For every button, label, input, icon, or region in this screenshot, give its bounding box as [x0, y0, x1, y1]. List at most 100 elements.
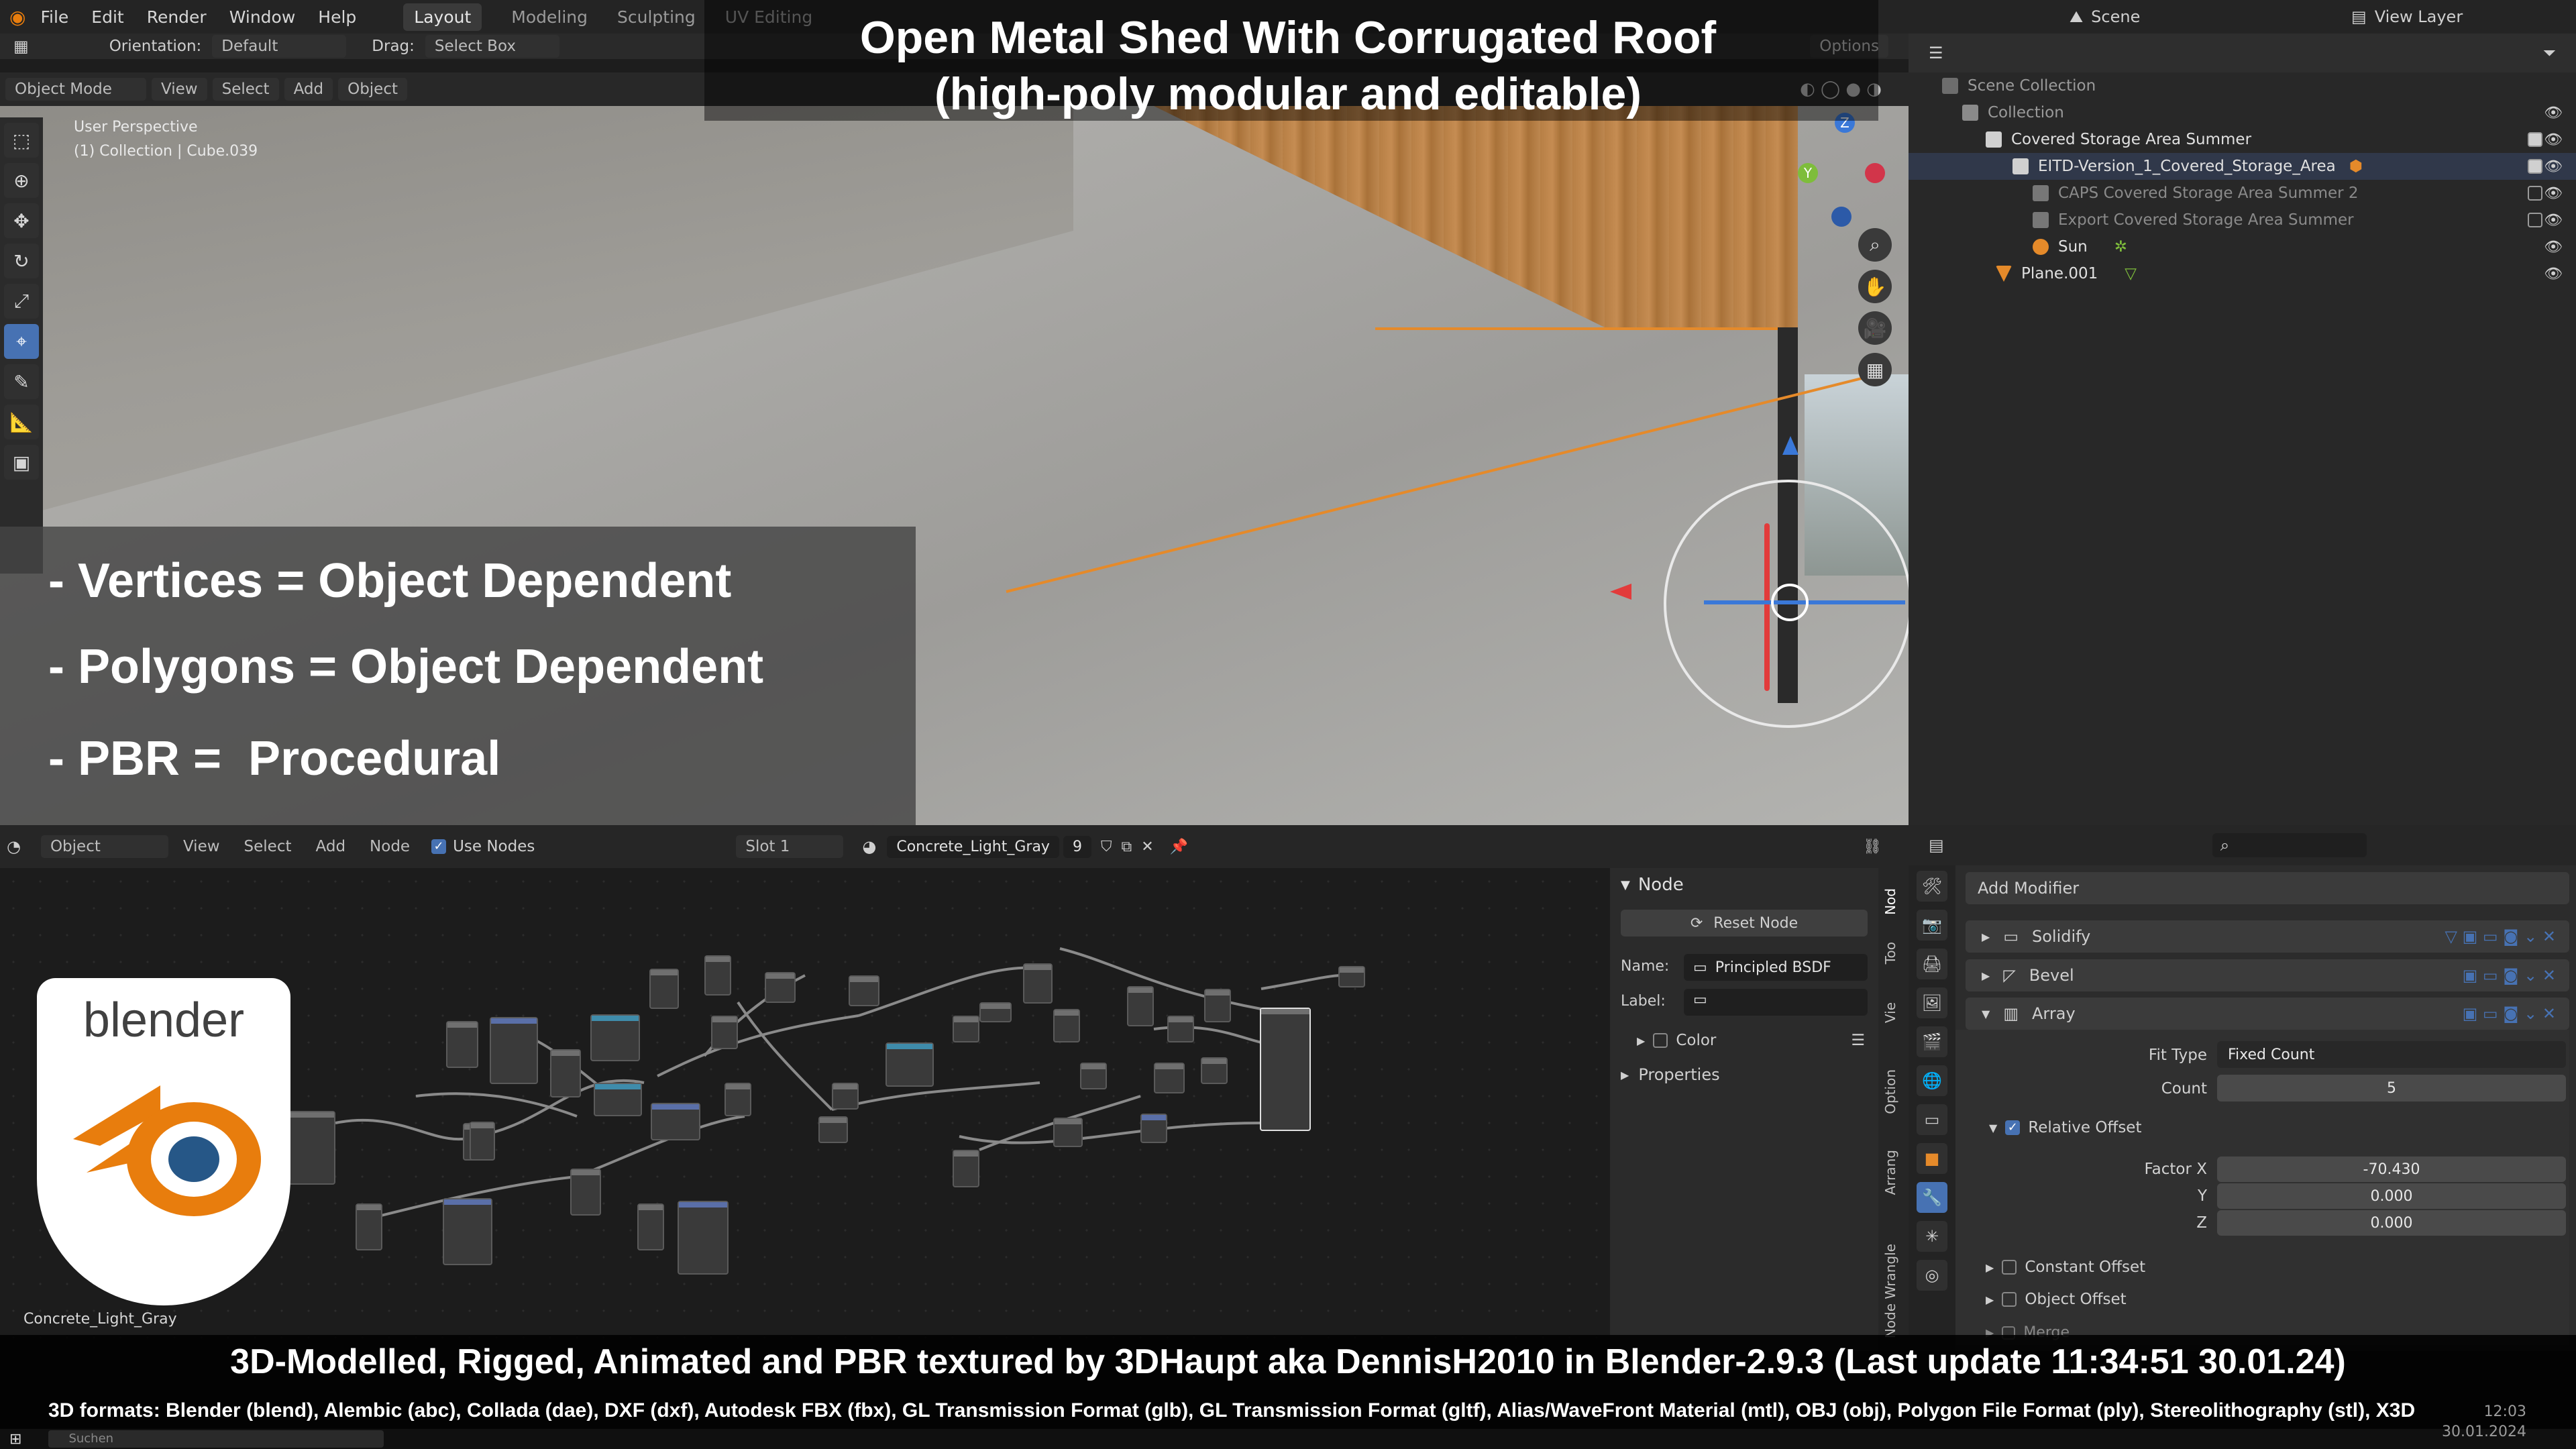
reset-node-button[interactable]: ⟳ Reset Node — [1621, 910, 1868, 936]
shader-node[interactable] — [470, 1122, 495, 1161]
shader-editor-icon[interactable]: ◔ — [7, 837, 21, 856]
outliner-row[interactable]: Sun ✲ 👁 — [1909, 233, 2576, 260]
outliner-row[interactable]: CAPS Covered Storage Area Summer 2 👁 — [1909, 180, 2576, 207]
modifier-solidify[interactable]: ▶ ▭ Solidify ▽ ▣ ▭ ◙ ⌄ ✕ — [1966, 920, 2569, 953]
eye-icon[interactable]: 👁 — [2544, 212, 2563, 229]
annotate-tool-icon[interactable]: ✎ — [4, 364, 39, 399]
modifier-visibility-icons[interactable]: ▽ ▣ ▭ ◙ ⌄ ✕ — [2445, 927, 2556, 946]
eye-icon[interactable]: 👁 — [2544, 105, 2563, 121]
object-tab-icon[interactable]: ■ — [1917, 1143, 1947, 1174]
exclude-checkbox[interactable] — [2528, 132, 2542, 147]
ne-add-menu[interactable]: Add — [307, 835, 356, 858]
duplicate-icon[interactable]: ⧉ — [1121, 839, 1132, 855]
axis-neg-z-icon[interactable] — [1831, 207, 1851, 227]
render-tab-icon[interactable]: 📷 — [1917, 910, 1947, 941]
outliner-editor-icon[interactable]: ☰ — [1929, 44, 1943, 62]
use-nodes-checkbox[interactable]: ✓ — [431, 839, 447, 854]
shader-node[interactable] — [651, 1103, 700, 1140]
tool-tab-icon[interactable]: 🛠 — [1917, 871, 1947, 902]
zoom-icon[interactable]: ⌕ — [1858, 228, 1892, 262]
shader-node[interactable] — [724, 1083, 751, 1116]
scene-selector[interactable]: ⛰ Scene — [2070, 0, 2140, 34]
select-tool-icon[interactable]: ⬚ — [4, 123, 39, 158]
modifier-visibility-icons[interactable]: ▣ ▭ ◙ ⌄ ✕ — [2463, 966, 2556, 985]
windows-start-icon[interactable]: ⊞ — [9, 1431, 21, 1448]
eye-icon[interactable]: 👁 — [2544, 158, 2563, 175]
color-checkbox[interactable] — [1653, 1033, 1668, 1048]
shader-node[interactable] — [594, 1083, 642, 1116]
grid-icon[interactable]: ▦ — [1858, 353, 1892, 386]
particles-tab-icon[interactable]: ✳ — [1917, 1221, 1947, 1252]
shader-node[interactable] — [1140, 1114, 1167, 1143]
measure-tool-icon[interactable]: 📐 — [4, 405, 39, 439]
add-cube-tool-icon[interactable]: ▣ — [4, 445, 39, 480]
properties-search-field[interactable]: ⌕ — [2212, 833, 2367, 857]
shader-node[interactable] — [953, 1150, 979, 1187]
scale-tool-icon[interactable]: ⤢ — [4, 284, 39, 319]
ne-select-menu[interactable]: Select — [235, 835, 301, 858]
outliner-row[interactable]: Plane.001 ▽ 👁 — [1909, 260, 2576, 287]
node-name-field[interactable]: ▭ Principled BSDF — [1684, 954, 1868, 981]
modifier-tab-icon[interactable]: 🔧 — [1917, 1182, 1947, 1213]
shader-node[interactable] — [765, 972, 796, 1003]
pin-icon[interactable]: 📌 — [1170, 839, 1188, 855]
slot-dropdown[interactable]: Slot 1 — [736, 835, 844, 858]
shader-node[interactable] — [711, 1016, 738, 1049]
shader-node[interactable] — [849, 975, 879, 1006]
count-field[interactable]: 5 — [2217, 1075, 2566, 1102]
shader-node[interactable] — [1023, 963, 1053, 1004]
exclude-checkbox[interactable] — [2528, 159, 2542, 174]
modifier-array[interactable]: ▼ ▥ Array ▣ ▭ ◙ ⌄ ✕ — [1966, 998, 2569, 1030]
color-subpanel[interactable]: ▶ Color ☰ — [1637, 1032, 1865, 1049]
ne-node-menu[interactable]: Node — [360, 835, 419, 858]
fit-type-dropdown[interactable]: Fixed Count — [2217, 1041, 2566, 1068]
eye-icon[interactable]: 👁 — [2544, 185, 2563, 202]
outliner-row[interactable]: Collection 👁 — [1909, 99, 2576, 126]
object-offset-checkbox[interactable] — [2002, 1292, 2017, 1307]
tab-tool[interactable]: Too — [1882, 942, 1905, 964]
tab-node-wrangler[interactable]: Node Wrangle — [1882, 1244, 1905, 1338]
collection-tab-icon[interactable]: ▭ — [1917, 1104, 1947, 1135]
view-layer-selector[interactable]: ▤ View Layer — [2351, 0, 2463, 34]
physics-tab-icon[interactable]: ◎ — [1917, 1260, 1947, 1291]
outliner-row[interactable]: Scene Collection — [1909, 72, 2576, 99]
transform-gizmo-red-axis[interactable] — [1764, 523, 1770, 691]
node-label-field[interactable]: ▭ — [1684, 989, 1868, 1016]
exclude-checkbox[interactable] — [2528, 213, 2542, 227]
material-name-field[interactable]: Concrete_Light_Gray — [887, 835, 1059, 858]
eye-icon[interactable]: 👁 — [2544, 266, 2563, 282]
shader-node[interactable] — [704, 955, 731, 996]
tab-arrange[interactable]: Arrang — [1882, 1150, 1905, 1195]
shader-node[interactable] — [288, 1111, 335, 1185]
shader-node[interactable] — [637, 1203, 664, 1250]
properties-subpanel[interactable]: ▶ Properties — [1621, 1065, 1720, 1084]
shader-node[interactable] — [356, 1203, 382, 1250]
shader-node[interactable] — [1053, 1118, 1083, 1147]
shader-node[interactable] — [590, 1014, 640, 1061]
shader-node[interactable] — [570, 1169, 601, 1216]
navigation-gizmo[interactable]: Z Y — [1798, 113, 1885, 233]
node-panel-header[interactable]: ▼ Node — [1621, 875, 1684, 895]
filter-icon[interactable]: ⏷ — [2543, 44, 2556, 62]
eye-icon[interactable]: 👁 — [2544, 239, 2563, 256]
modifier-visibility-icons[interactable]: ▣ ▭ ◙ ⌄ ✕ — [2463, 1004, 2556, 1023]
shader-node[interactable] — [832, 1083, 859, 1110]
shader-node[interactable] — [1167, 1016, 1194, 1042]
outliner-row[interactable]: Covered Storage Area Summer 👁 — [1909, 126, 2576, 153]
add-modifier-button[interactable]: Add Modifier — [1966, 872, 2569, 904]
shader-node[interactable] — [649, 969, 679, 1009]
shader-node[interactable] — [885, 1042, 934, 1087]
scene-tab-icon[interactable]: 🎬 — [1917, 1026, 1947, 1057]
shader-node[interactable] — [1204, 989, 1231, 1022]
shader-node[interactable] — [1053, 1009, 1080, 1042]
properties-editor-icon[interactable]: ▤ — [1929, 836, 1944, 855]
material-sphere-icon[interactable]: ◕ — [862, 837, 876, 856]
relative-offset-subpanel[interactable]: ▼ ✓ Relative Offset — [1989, 1119, 2141, 1136]
shader-node[interactable] — [1201, 1057, 1228, 1084]
world-tab-icon[interactable]: 🌐 — [1917, 1065, 1947, 1096]
exclude-checkbox[interactable] — [2528, 186, 2542, 201]
fake-user-icon[interactable]: ⛉ — [1101, 839, 1112, 855]
eye-icon[interactable]: 👁 — [2544, 131, 2563, 148]
constant-offset-subpanel[interactable]: ▶ Constant Offset — [1986, 1258, 2145, 1276]
shader-node[interactable] — [1080, 1063, 1107, 1089]
